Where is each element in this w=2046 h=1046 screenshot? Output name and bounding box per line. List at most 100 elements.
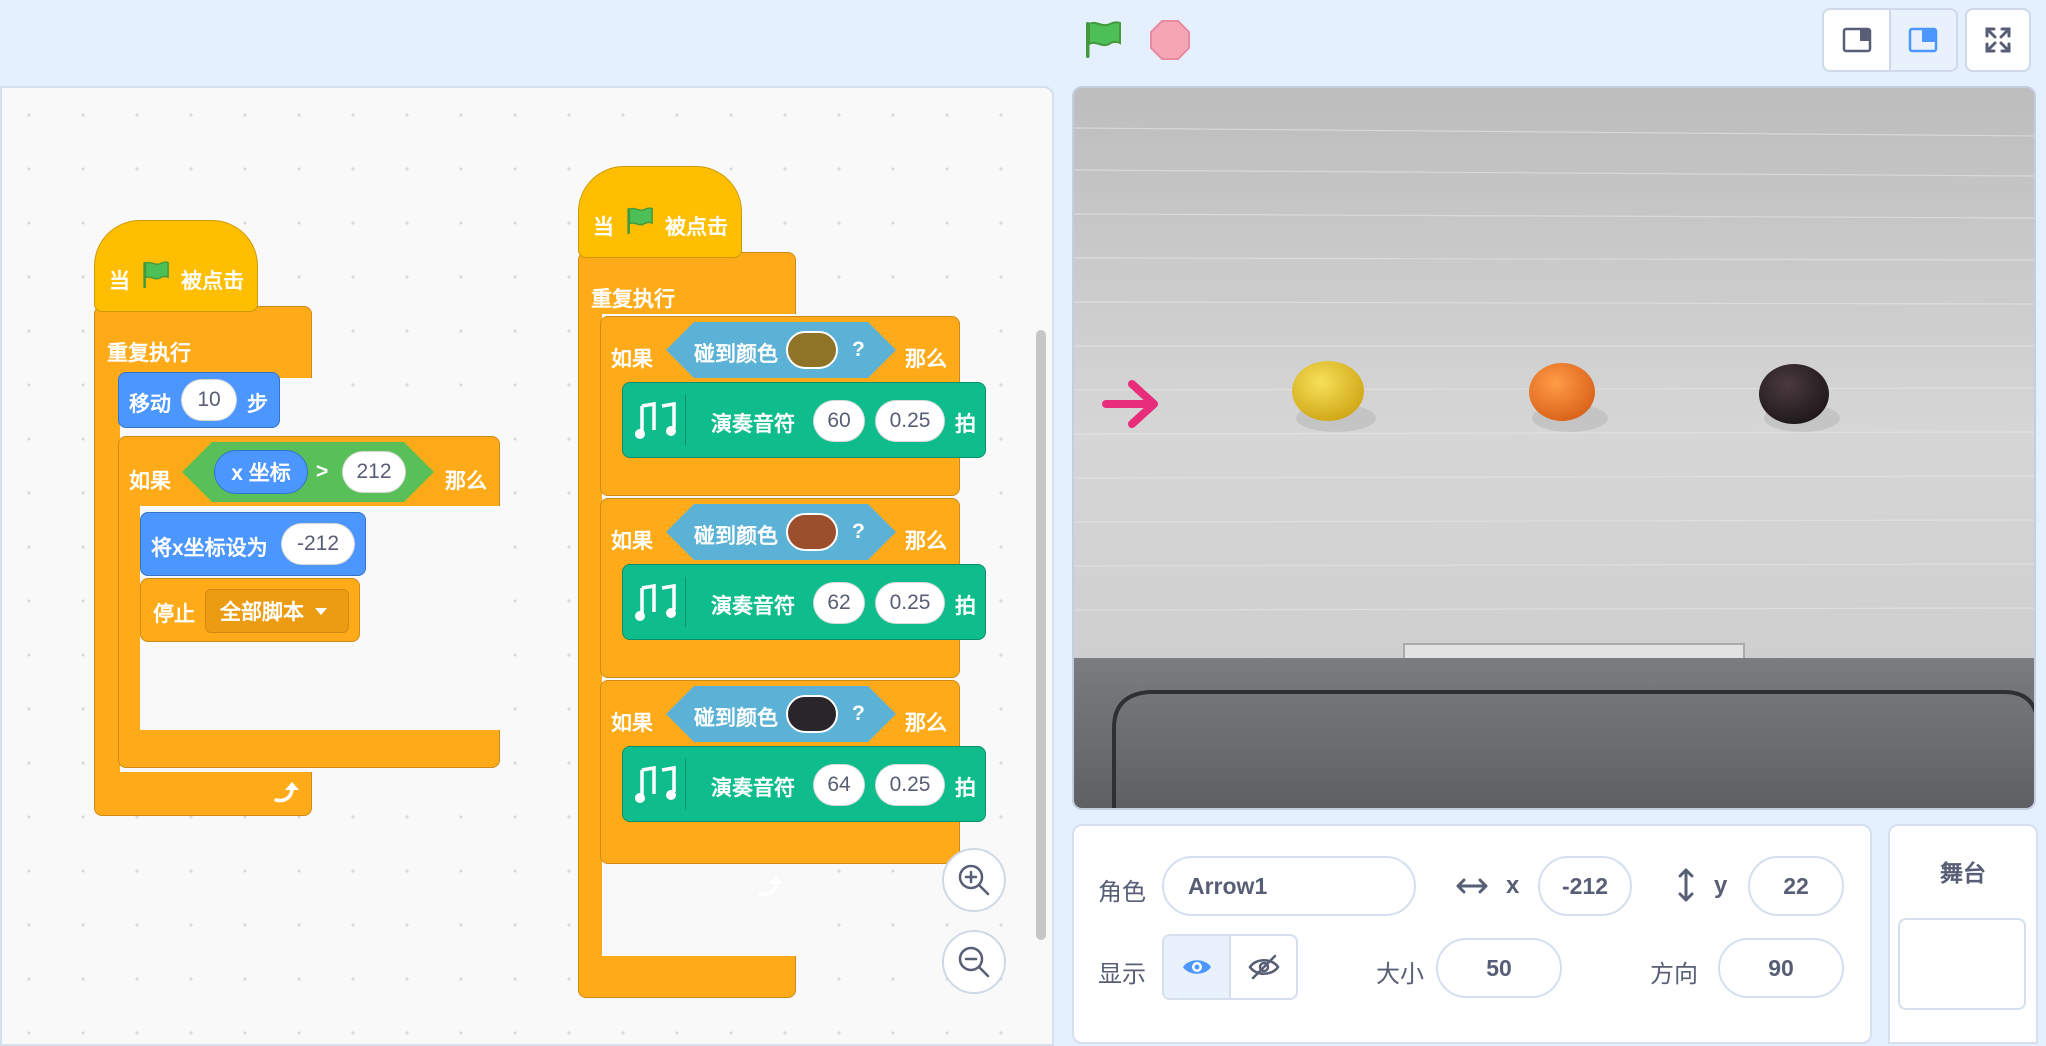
sprite-label: 角色 xyxy=(1098,879,1146,906)
x-label: x xyxy=(1506,872,1520,899)
sprite-name-input[interactable]: Arrow1 xyxy=(1162,856,1416,916)
candy-orange xyxy=(1529,363,1595,421)
camera-video-feed xyxy=(1074,88,2034,808)
color-swatch-1[interactable] xyxy=(786,331,838,369)
visibility-toggle xyxy=(1162,934,1298,1000)
hat-when-label: 当 xyxy=(109,270,130,293)
zoom-out-button[interactable] xyxy=(942,930,1006,994)
set-x-value-input[interactable]: -212 xyxy=(281,523,355,565)
code-workspace[interactable]: 重复执行 当 被点击 移动 10 步 如果 那么 x 坐标 > 212 将x坐标… xyxy=(0,86,1054,1046)
hat-clicked-label-2: 被点击 xyxy=(665,216,728,239)
candy-dark xyxy=(1759,364,1829,424)
stage-canvas[interactable] xyxy=(1072,86,2036,810)
workspace-scrollbar[interactable] xyxy=(1036,330,1046,940)
play-note-block-2[interactable]: 演奏音符 62 0.25 拍 xyxy=(622,564,986,640)
sprite-info-panel: 角色 Arrow1 x -212 y 22 显示 大小 50 方向 90 xyxy=(1072,824,1872,1044)
y-position-input[interactable]: 22 xyxy=(1748,856,1844,916)
note-input-1[interactable]: 60 xyxy=(813,400,865,442)
zoom-in-button[interactable] xyxy=(942,848,1006,912)
stage-selector-panel[interactable]: 舞台 xyxy=(1888,824,2038,1044)
forever-label-2: 重复执行 xyxy=(591,288,675,311)
show-label: 显示 xyxy=(1098,961,1146,988)
size-label: 大小 xyxy=(1376,961,1424,988)
music-extension-icon xyxy=(631,759,686,809)
normal-stage-icon xyxy=(1909,27,1938,53)
touching-color-condition-2[interactable]: 碰到颜色 ? xyxy=(666,504,896,560)
forever-label: 重复执行 xyxy=(107,342,191,365)
move-steps-input[interactable]: 10 xyxy=(181,379,237,421)
play-note-block-1[interactable]: 演奏音符 60 0.25 拍 xyxy=(622,382,986,458)
play-label-3: 演奏音符 xyxy=(711,777,795,800)
top-bar xyxy=(0,0,2046,86)
play-label-1: 演奏音符 xyxy=(711,413,795,436)
green-flag-button[interactable] xyxy=(1076,14,1128,66)
size-input[interactable]: 50 xyxy=(1436,938,1562,998)
note-input-2[interactable]: 62 xyxy=(813,582,865,624)
color-swatch-2[interactable] xyxy=(786,513,838,551)
chevron-down-icon xyxy=(315,608,327,615)
touch-label-3: 碰到颜色 xyxy=(694,707,778,730)
stop-label: 停止 xyxy=(153,603,195,626)
stop-option-text: 全部脚本 xyxy=(220,601,304,624)
eye-icon xyxy=(1182,960,1211,974)
beats-input-1[interactable]: 0.25 xyxy=(875,400,945,442)
move-steps-block[interactable]: 移动 10 步 xyxy=(118,372,280,428)
stop-button[interactable] xyxy=(1144,14,1196,66)
touching-color-condition-1[interactable]: 碰到颜色 ? xyxy=(666,322,896,378)
normal-stage-button[interactable] xyxy=(1890,10,1956,70)
stage-thumbnail[interactable] xyxy=(1898,918,2026,1010)
music-extension-icon xyxy=(631,395,686,445)
note-input-3[interactable]: 64 xyxy=(813,764,865,806)
fullscreen-button[interactable] xyxy=(1965,8,2031,72)
small-stage-icon xyxy=(1842,27,1871,53)
then-label-2: 那么 xyxy=(905,530,947,553)
green-flag-icon xyxy=(1086,21,1121,58)
then-label: 那么 xyxy=(445,470,487,493)
move-label: 移动 xyxy=(129,393,171,416)
play-label-2: 演奏音符 xyxy=(711,595,795,618)
fullscreen-icon xyxy=(1985,27,2011,53)
horizontal-arrows-icon xyxy=(1456,878,1488,894)
if-label-2: 如果 xyxy=(611,530,653,553)
x-position-reporter[interactable]: x 坐标 xyxy=(214,450,308,494)
touching-color-condition-3[interactable]: 碰到颜色 ? xyxy=(666,686,896,742)
touch-label-1: 碰到颜色 xyxy=(694,343,778,366)
loop-arrow-icon xyxy=(274,782,299,803)
play-note-block-3[interactable]: 演奏音符 64 0.25 拍 xyxy=(622,746,986,822)
then-label-1: 那么 xyxy=(905,348,947,371)
if-label-1: 如果 xyxy=(611,348,653,371)
show-button[interactable] xyxy=(1164,936,1229,998)
beats-input-2[interactable]: 0.25 xyxy=(875,582,945,624)
color-swatch-3[interactable] xyxy=(786,695,838,733)
vertical-arrows-icon xyxy=(1678,868,1694,902)
eye-slash-icon xyxy=(1247,954,1280,980)
hide-button[interactable] xyxy=(1229,936,1296,998)
if-label-3: 如果 xyxy=(611,712,653,735)
x-position-input[interactable]: -212 xyxy=(1538,856,1632,916)
stop-all-block[interactable]: 停止 全部脚本 xyxy=(140,578,360,642)
zoom-in-icon xyxy=(958,864,990,896)
set-x-block[interactable]: 将x坐标设为 -212 xyxy=(140,512,366,576)
y-label: y xyxy=(1714,872,1728,899)
when-flag-clicked-hat-2[interactable]: 当 被点击 xyxy=(578,166,742,258)
beat-unit-2: 拍 xyxy=(955,595,976,618)
when-flag-clicked-hat[interactable]: 当 被点击 xyxy=(94,220,258,312)
greater-than-operator[interactable]: x 坐标 > 212 xyxy=(182,442,434,502)
direction-label: 方向 xyxy=(1650,961,1698,988)
stage-size-toggle xyxy=(1822,8,1958,72)
question-mark-1: ? xyxy=(852,338,865,361)
beats-input-3[interactable]: 0.25 xyxy=(875,764,945,806)
greater-than-symbol: > xyxy=(316,460,329,483)
stop-option-dropdown[interactable]: 全部脚本 xyxy=(205,589,349,633)
if-label: 如果 xyxy=(129,470,171,493)
green-flag-icon xyxy=(627,207,653,235)
touch-label-2: 碰到颜色 xyxy=(694,525,778,548)
small-stage-button[interactable] xyxy=(1824,10,1889,70)
beat-unit-3: 拍 xyxy=(955,777,976,800)
candy-yellow xyxy=(1292,361,1364,421)
set-x-label: 将x坐标设为 xyxy=(151,537,268,560)
direction-input[interactable]: 90 xyxy=(1718,938,1844,998)
music-extension-icon xyxy=(631,577,686,627)
compare-value-input[interactable]: 212 xyxy=(342,451,406,493)
hat-clicked-label: 被点击 xyxy=(181,270,244,293)
